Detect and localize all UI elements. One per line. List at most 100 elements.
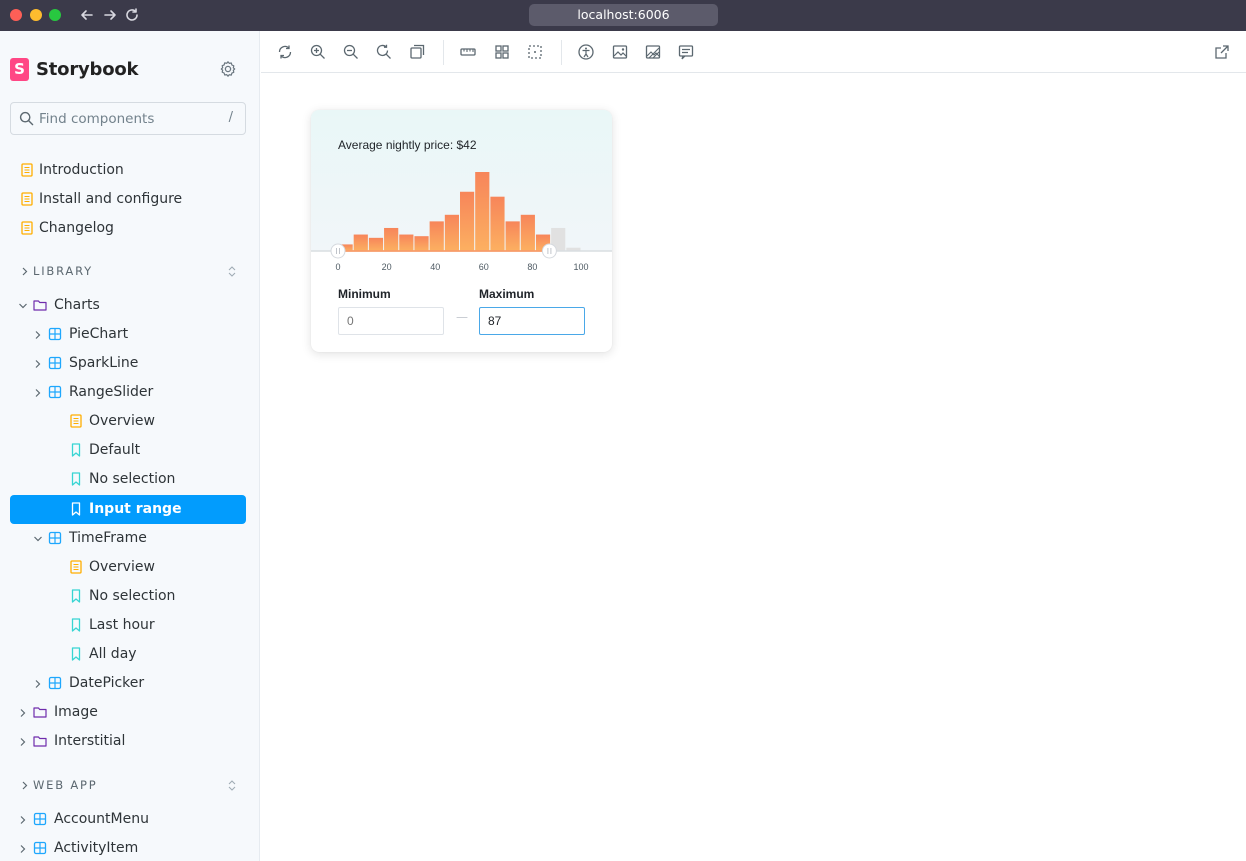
sidebar-item-label: DatePicker <box>69 675 145 691</box>
histogram-bar <box>460 191 475 251</box>
folder-icon <box>33 300 47 311</box>
range-separator: — <box>456 310 468 324</box>
sidebar-item-label: RangeSlider <box>69 384 154 400</box>
zoom-reset-icon[interactable] <box>375 43 393 61</box>
sidebar-item-rangeslider[interactable]: RangeSlider <box>10 378 246 407</box>
component-icon <box>48 531 62 545</box>
ruler-icon[interactable] <box>459 43 477 61</box>
sidebar-item-label: SparkLine <box>69 355 139 371</box>
chevron-down-icon <box>19 303 27 309</box>
accessibility-icon[interactable] <box>577 43 595 61</box>
sidebar-item-rangeslider-overview[interactable]: Overview <box>10 407 246 436</box>
chevron-right-icon <box>22 267 28 276</box>
vision-filter-icon[interactable] <box>644 43 662 61</box>
chevron-right-icon <box>20 816 26 824</box>
sidebar-item-label: Interstitial <box>54 733 126 749</box>
background-image-icon[interactable] <box>611 43 629 61</box>
sidebar-item-label: Overview <box>89 559 155 575</box>
sidebar-item-introduction[interactable]: Introduction <box>10 156 246 185</box>
minimum-input[interactable] <box>338 307 444 335</box>
reload-icon[interactable] <box>123 6 141 24</box>
sidebar-item-label: AccountMenu <box>54 811 149 827</box>
copy-canvas-icon[interactable] <box>408 43 426 61</box>
histogram-bar <box>505 221 520 251</box>
grid-icon[interactable] <box>493 43 511 61</box>
x-tick-label: 100 <box>573 262 588 272</box>
section-label: WEB APP <box>33 778 98 792</box>
maximum-input[interactable] <box>479 307 585 335</box>
zoom-out-icon[interactable] <box>342 43 360 61</box>
sidebar-item-label: Changelog <box>39 220 114 236</box>
sidebar-item-timeframe-last-hour[interactable]: Last hour <box>10 611 246 640</box>
sidebar-item-image[interactable]: Image <box>10 698 246 727</box>
sidebar-item-label: Default <box>89 442 141 458</box>
open-in-new-tab-icon[interactable] <box>1213 43 1231 61</box>
maximum-label: Maximum <box>479 287 535 301</box>
minimum-label: Minimum <box>338 287 391 301</box>
sidebar-item-interstitial[interactable]: Interstitial <box>10 727 246 756</box>
bookmark-icon <box>71 502 81 516</box>
sidebar-item-label: No selection <box>89 588 176 604</box>
sidebar-item-timeframe[interactable]: TimeFrame <box>10 524 246 553</box>
chevron-right-icon <box>35 680 41 688</box>
document-icon <box>21 221 33 235</box>
x-tick-label: 20 <box>382 262 392 272</box>
chevron-right-icon <box>20 709 26 717</box>
bookmark-icon <box>71 443 81 457</box>
forward-arrow-icon[interactable] <box>101 6 119 24</box>
sidebar-item-rangeslider-default[interactable]: Default <box>10 436 246 465</box>
addons-panel-icon[interactable] <box>677 43 695 61</box>
sidebar-item-changelog[interactable]: Changelog <box>10 214 246 243</box>
document-icon <box>21 192 33 206</box>
toolbar-divider <box>561 40 562 65</box>
histogram-bar <box>384 227 399 251</box>
sidebar-item-datepicker[interactable]: DatePicker <box>10 669 246 698</box>
toolbar-divider <box>443 40 444 65</box>
price-histogram: 0 20 40 60 80 100 <box>311 172 612 272</box>
search-input[interactable] <box>39 103 219 134</box>
slider-min-handle[interactable] <box>330 243 346 259</box>
storybook-brand[interactable]: S Storybook <box>10 57 139 81</box>
minimize-window-button[interactable] <box>30 9 42 21</box>
browser-titlebar: localhost:6006 <box>0 0 1246 31</box>
close-window-button[interactable] <box>10 9 22 21</box>
expand-collapse-icon[interactable] <box>226 778 238 793</box>
search-box[interactable]: / <box>10 102 246 135</box>
section-web-app[interactable]: WEB APP <box>10 776 246 796</box>
sidebar-item-rangeslider-no-selection[interactable]: No selection <box>10 465 246 494</box>
back-arrow-icon[interactable] <box>78 6 96 24</box>
bookmark-icon <box>71 472 81 486</box>
sidebar-item-timeframe-overview[interactable]: Overview <box>10 553 246 582</box>
zoom-in-icon[interactable] <box>309 43 327 61</box>
expand-collapse-icon[interactable] <box>226 264 238 279</box>
gear-icon[interactable] <box>219 60 237 78</box>
sidebar-item-label: TimeFrame <box>69 530 147 546</box>
folder-icon <box>33 736 47 747</box>
component-icon <box>48 676 62 690</box>
sidebar-item-rangeslider-input-range[interactable]: Input range <box>10 495 246 524</box>
histogram-bar <box>444 214 459 251</box>
bookmark-icon <box>71 647 81 661</box>
x-tick-label: 80 <box>527 262 537 272</box>
outline-icon[interactable] <box>526 43 544 61</box>
sidebar-item-activityitem[interactable]: ActivityItem <box>10 834 246 861</box>
chevron-right-icon <box>20 738 26 746</box>
sidebar-item-label: Overview <box>89 413 155 429</box>
histogram-bar <box>353 234 368 251</box>
sidebar-item-timeframe-no-selection[interactable]: No selection <box>10 582 246 611</box>
sidebar-item-install-and-configure[interactable]: Install and configure <box>10 185 246 214</box>
preview-toolbar <box>261 31 1246 73</box>
component-icon <box>48 356 62 370</box>
sidebar-item-charts[interactable]: Charts <box>10 291 246 320</box>
slider-max-handle[interactable] <box>541 243 557 259</box>
zoom-window-button[interactable] <box>49 9 61 21</box>
address-bar[interactable]: localhost:6006 <box>529 4 718 26</box>
sidebar-item-accountmenu[interactable]: AccountMenu <box>10 805 246 834</box>
remount-icon[interactable] <box>276 43 294 61</box>
sidebar-item-sparkline[interactable]: SparkLine <box>10 349 246 378</box>
histogram-bar <box>414 236 429 251</box>
sidebar-item-piechart[interactable]: PieChart <box>10 320 246 349</box>
chevron-right-icon <box>35 360 41 368</box>
section-library[interactable]: LIBRARY <box>10 262 246 282</box>
sidebar-item-timeframe-all-day[interactable]: All day <box>10 640 246 669</box>
